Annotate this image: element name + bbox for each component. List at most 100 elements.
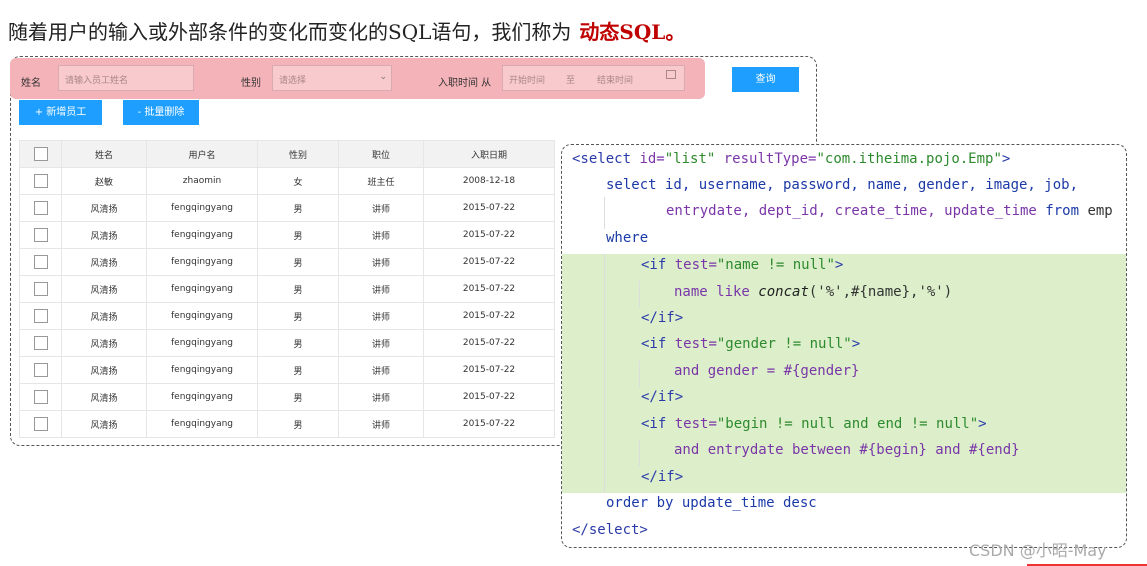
table-cell: 2015-07-22 xyxy=(423,329,555,357)
dynamic-sql-code-box: <select id="list" resultType="com.itheim… xyxy=(561,144,1127,548)
table-cell: fengqingyang xyxy=(146,221,258,249)
code-line-name-like: name like concat('%',#{name},'%') xyxy=(674,284,953,300)
row-checkbox[interactable] xyxy=(33,228,48,242)
filter-bar: 姓名 请输入员工姓名 性别 请选择 ⌄ 入职时间 从 开始时间 至 结束时间 xyxy=(10,58,705,99)
table-cell: 讲师 xyxy=(338,329,424,357)
row-select-cell[interactable] xyxy=(19,194,62,222)
row-select-cell[interactable] xyxy=(19,383,62,411)
code-line-endif: </if> xyxy=(641,389,684,405)
row-checkbox[interactable] xyxy=(33,390,48,404)
table-cell: 讲师 xyxy=(338,410,424,438)
table-cell: 男 xyxy=(257,221,339,249)
table-cell: fengqingyang xyxy=(146,275,258,303)
table-cell: 风清扬 xyxy=(61,221,147,249)
row-select-cell[interactable] xyxy=(19,329,62,357)
name-label: 姓名 xyxy=(21,78,41,89)
gender-label: 性别 xyxy=(241,78,261,89)
row-select-cell[interactable] xyxy=(19,302,62,330)
heading-text: 随着用户的输入或外部条件的变化而变化的SQL语句，我们称为 xyxy=(8,20,572,44)
table-cell: 风清扬 xyxy=(61,383,147,411)
name-search-input[interactable]: 请输入员工姓名 xyxy=(58,65,194,91)
table-cell: 讲师 xyxy=(338,221,424,249)
code-line-order-by: order by update_time desc xyxy=(606,495,817,511)
table-row: 风清扬 fengqingyang 男讲师 2015-07-22 xyxy=(19,410,555,438)
watermark: CSDN @小昭-May xyxy=(969,541,1107,560)
row-checkbox[interactable] xyxy=(33,309,48,323)
table-cell: 男 xyxy=(257,248,339,276)
row-checkbox[interactable] xyxy=(33,282,48,296)
code-line-select-columns: select id, username, password, name, gen… xyxy=(606,177,1079,193)
code-line-select-close: </select> xyxy=(572,522,648,538)
date-end: 结束时间 xyxy=(597,76,634,86)
table-cell: fengqingyang xyxy=(146,356,258,384)
row-select-cell[interactable] xyxy=(19,356,62,384)
row-checkbox[interactable] xyxy=(33,174,48,188)
row-select-cell[interactable] xyxy=(19,167,62,195)
row-checkbox[interactable] xyxy=(33,201,48,215)
table-cell: 男 xyxy=(257,383,339,411)
table-row: 风清扬 fengqingyang 男讲师 2015-07-22 xyxy=(19,275,555,303)
code-line-endif: </if> xyxy=(641,469,684,485)
batch-delete-button[interactable]: - 批量删除 xyxy=(123,100,199,125)
table-cell: fengqingyang xyxy=(146,383,258,411)
table-cell: fengqingyang xyxy=(146,410,258,438)
date-start: 开始时间 xyxy=(509,76,546,86)
column-header: 用户名 xyxy=(146,140,258,168)
table-cell: 讲师 xyxy=(338,356,424,384)
table-row: 风清扬 fengqingyang 男讲师 2015-07-22 xyxy=(19,302,555,330)
gender-select-placeholder: 请选择 xyxy=(279,76,307,86)
date-range-picker[interactable]: 开始时间 至 结束时间 xyxy=(502,65,685,91)
table-cell: fengqingyang xyxy=(146,302,258,330)
table-cell: 风清扬 xyxy=(61,410,147,438)
table-cell: 男 xyxy=(257,329,339,357)
row-checkbox[interactable] xyxy=(33,417,48,431)
query-button[interactable]: 查询 xyxy=(732,67,799,92)
table-cell: fengqingyang xyxy=(146,194,258,222)
table-cell: 讲师 xyxy=(338,302,424,330)
add-employee-button[interactable]: + 新增员工 xyxy=(19,100,102,125)
table-cell: 2015-07-22 xyxy=(423,221,555,249)
row-checkbox[interactable] xyxy=(33,363,48,377)
heading-highlight: 动态SQL。 xyxy=(579,20,686,44)
column-header: 性别 xyxy=(257,140,339,168)
table-cell: 风清扬 xyxy=(61,356,147,384)
gender-select[interactable]: 请选择 ⌄ xyxy=(272,65,392,91)
select-all-checkbox[interactable] xyxy=(33,147,48,161)
table-row: 风清扬 fengqingyang 男讲师 2015-07-22 xyxy=(19,194,555,222)
column-header: 姓名 xyxy=(61,140,147,168)
table-row: 风清扬 fengqingyang 男讲师 2015-07-22 xyxy=(19,356,555,384)
table-cell: 讲师 xyxy=(338,383,424,411)
indent-guide xyxy=(639,361,640,387)
table-cell: 风清扬 xyxy=(61,248,147,276)
row-select-cell[interactable] xyxy=(19,410,62,438)
column-header: 入职日期 xyxy=(423,140,555,168)
table-cell: 风清扬 xyxy=(61,194,147,222)
table-cell: fengqingyang xyxy=(146,248,258,276)
code-line-entrydate-between: and entrydate between #{begin} and #{end… xyxy=(674,442,1020,458)
code-line-select-open: <select id="list" resultType="com.itheim… xyxy=(572,151,1011,167)
indent-guide xyxy=(639,281,640,307)
table-cell: 2015-07-22 xyxy=(423,302,555,330)
row-checkbox[interactable] xyxy=(33,336,48,350)
indent-guide xyxy=(604,254,605,493)
table-cell: 女 xyxy=(257,167,339,195)
table-cell: 男 xyxy=(257,194,339,222)
chevron-down-icon: ⌄ xyxy=(379,72,387,82)
row-select-cell[interactable] xyxy=(19,221,62,249)
table-cell: 风清扬 xyxy=(61,329,147,357)
row-select-cell[interactable] xyxy=(19,248,62,276)
table-cell: 2015-07-22 xyxy=(423,275,555,303)
select-all-cell[interactable] xyxy=(19,140,62,168)
table-cell: 风清扬 xyxy=(61,302,147,330)
table-row: 风清扬 fengqingyang 男讲师 2015-07-22 xyxy=(19,329,555,357)
row-checkbox[interactable] xyxy=(33,255,48,269)
date-separator: 至 xyxy=(566,76,576,86)
code-line-if-name: <if test="name != null"> xyxy=(641,257,844,273)
code-line-columns-cont: entrydate, dept_id, create_time, update_… xyxy=(666,203,1113,219)
table-cell: 2015-07-22 xyxy=(423,248,555,276)
code-line-if-gender: <if test="gender != null"> xyxy=(641,336,861,352)
code-line-where: where xyxy=(606,230,649,246)
row-select-cell[interactable] xyxy=(19,275,62,303)
code-line-if-begin-end: <if test="begin != null and end != null"… xyxy=(641,416,987,432)
calendar-icon xyxy=(666,70,676,79)
